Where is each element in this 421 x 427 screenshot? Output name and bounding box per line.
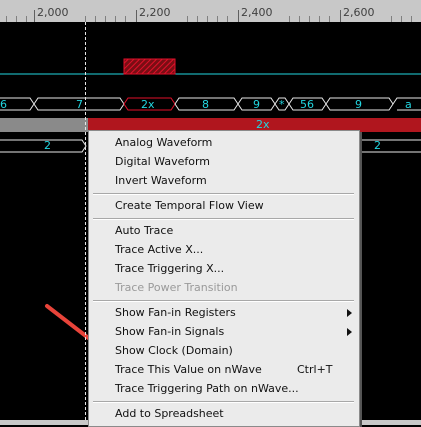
- menu-item-trace-this-value-on-nwave[interactable]: Trace This Value on nWave: [115, 363, 262, 376]
- bus-value: 6: [0, 98, 7, 111]
- menu-item-digital-waveform[interactable]: Digital Waveform: [115, 155, 210, 168]
- bus-segment: [0, 139, 87, 153]
- bus-value: 8: [202, 98, 209, 111]
- bus-value: 7: [76, 98, 83, 111]
- ruler-label: 2,000: [37, 6, 69, 19]
- bus-value: 56: [300, 98, 314, 111]
- menu-item-trace-triggering-path-on-nwave[interactable]: Trace Triggering Path on nWave...: [115, 382, 299, 395]
- menu-item-create-temporal-flow-view[interactable]: Create Temporal Flow View: [115, 199, 264, 212]
- menu-separator: [93, 401, 354, 403]
- menu-item-trace-triggering-x[interactable]: Trace Triggering X...: [115, 262, 224, 275]
- menu-separator: [93, 218, 354, 220]
- bus-value: *: [279, 98, 285, 111]
- bus-value: 2x: [141, 98, 155, 111]
- ruler-major-tick: [340, 10, 341, 22]
- bus-value: 9: [355, 98, 362, 111]
- menu-item-add-to-spreadsheet[interactable]: Add to Spreadsheet: [115, 407, 224, 420]
- menu-item-trace-power-transition: Trace Power Transition: [115, 281, 238, 294]
- ruler-label: 2,200: [139, 6, 171, 19]
- menu-item-invert-waveform[interactable]: Invert Waveform: [115, 174, 207, 187]
- menu-shortcut: Ctrl+T: [297, 363, 333, 376]
- menu-separator: [93, 193, 354, 195]
- bus-value: 2: [44, 139, 51, 152]
- context-menu: Analog Waveform Digital Waveform Invert …: [88, 130, 360, 427]
- ruler-label: 2,400: [241, 6, 273, 19]
- submenu-arrow-icon: [347, 309, 352, 317]
- time-cursor[interactable]: [85, 22, 86, 425]
- menu-separator: [93, 300, 354, 302]
- menu-item-analog-waveform[interactable]: Analog Waveform: [115, 136, 212, 149]
- menu-item-show-clock-domain[interactable]: Show Clock (Domain): [115, 344, 233, 357]
- menu-item-show-fan-in-registers[interactable]: Show Fan-in Registers: [115, 306, 236, 319]
- menu-item-show-fan-in-signals[interactable]: Show Fan-in Signals: [115, 325, 224, 338]
- menu-item-auto-trace[interactable]: Auto Trace: [115, 224, 173, 237]
- bus-value: a: [405, 98, 412, 111]
- bus-value: 2: [374, 139, 381, 152]
- ruler-label: 2,600: [343, 6, 375, 19]
- bus-segment: [358, 139, 421, 153]
- time-ruler[interactable]: 2,000 2,200 2,400 2,600: [0, 0, 421, 22]
- selected-signal-band[interactable]: [0, 118, 88, 132]
- ruler-major-tick: [238, 10, 239, 22]
- x-value-region[interactable]: [123, 58, 176, 75]
- submenu-arrow-icon: [347, 328, 352, 336]
- bus-value: 9: [253, 98, 260, 111]
- ruler-major-tick: [136, 10, 137, 22]
- ruler-major-tick: [34, 10, 35, 22]
- menu-item-trace-active-x[interactable]: Trace Active X...: [115, 243, 203, 256]
